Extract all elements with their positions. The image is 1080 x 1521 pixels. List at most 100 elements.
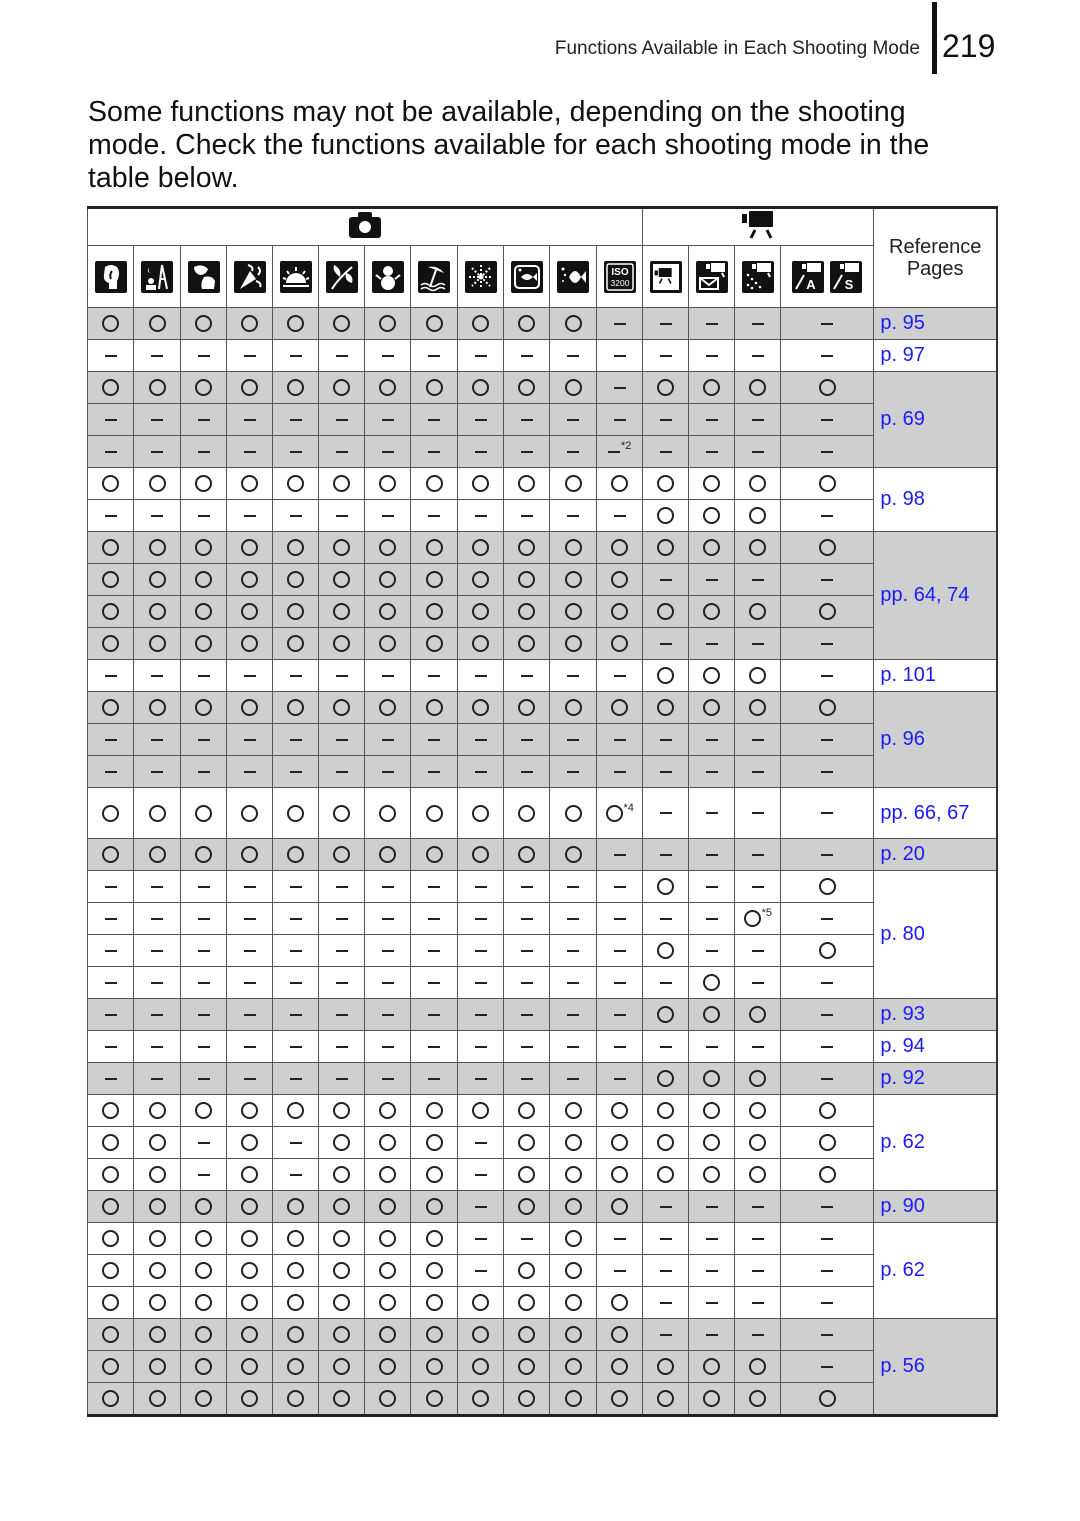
available-mark (379, 1291, 397, 1313)
reference-page-link[interactable]: pp. 66, 67 (873, 787, 998, 839)
available-circle-icon (287, 1198, 305, 1216)
unavailable-mark (659, 1323, 672, 1345)
unavailable-mark (243, 875, 256, 897)
available-mark (818, 1163, 836, 1185)
available-circle-icon (425, 1134, 443, 1152)
table-cell (86, 1382, 135, 1416)
table-cell (272, 1158, 320, 1191)
reference-page-link[interactable]: p. 101 (873, 659, 998, 692)
available-mark (102, 1195, 119, 1217)
available-circle-icon (611, 603, 629, 621)
unavailable-dash-icon (821, 853, 834, 856)
unavailable-dash-icon (613, 386, 626, 389)
available-circle-icon (611, 699, 629, 717)
unavailable-dash-icon (705, 322, 718, 325)
table-cell (596, 934, 644, 967)
available-circle-icon (564, 1358, 582, 1376)
table-cell (410, 1382, 459, 1416)
available-mark (657, 600, 675, 622)
available-circle-icon (703, 974, 721, 992)
available-mark (102, 376, 119, 398)
reference-page-link[interactable]: p. 62 (873, 1222, 998, 1319)
available-mark (148, 536, 166, 558)
unavailable-dash-icon (567, 1045, 580, 1048)
available-circle-icon (195, 1230, 213, 1248)
unavailable-dash-icon (151, 1045, 164, 1048)
unavailable-mark (428, 504, 441, 526)
reference-page-link[interactable]: p. 80 (873, 870, 998, 999)
unavailable-dash-icon (197, 1045, 210, 1048)
available-circle-icon (195, 315, 213, 333)
table-cell (734, 371, 782, 404)
available-circle-icon (611, 539, 629, 557)
available-circle-icon (749, 475, 767, 493)
reference-page-link[interactable]: p. 94 (873, 1030, 998, 1063)
table-cell (410, 1254, 459, 1287)
reference-page-link[interactable]: p. 90 (873, 1190, 998, 1223)
available-circle-icon (518, 1166, 536, 1184)
table-cell (133, 435, 182, 468)
available-circle-icon (425, 475, 443, 493)
table-cell (364, 1222, 412, 1255)
unavailable-mark (613, 907, 626, 929)
unavailable-dash-icon (751, 354, 764, 357)
available-circle-icon (148, 539, 166, 557)
table-cell (549, 595, 598, 628)
table-cell (734, 755, 782, 788)
table-cell (272, 659, 320, 692)
table-cell (180, 1062, 228, 1095)
reference-page-link[interactable]: p. 98 (873, 467, 998, 532)
reference-page-link[interactable]: p. 92 (873, 1062, 998, 1095)
available-mark (749, 376, 767, 398)
table-cell (272, 627, 320, 660)
available-mark (287, 376, 305, 398)
unavailable-mark (428, 1035, 441, 1057)
available-circle-icon (379, 603, 397, 621)
available-circle-icon (564, 846, 582, 864)
reference-page-link[interactable]: p. 62 (873, 1094, 998, 1191)
unavailable-mark (520, 504, 533, 526)
table-cell (226, 723, 274, 756)
table-cell (642, 1254, 690, 1287)
unavailable-mark (197, 504, 210, 526)
unavailable-mark (104, 1035, 117, 1057)
table-cell (272, 934, 320, 967)
unavailable-dash-icon (104, 418, 117, 421)
unavailable-mark (151, 728, 164, 750)
unavailable-mark (381, 408, 394, 430)
unavailable-dash-icon (428, 770, 441, 773)
available-mark (379, 802, 397, 824)
reference-page-link[interactable]: p. 69 (873, 371, 998, 468)
reference-page-link[interactable]: p. 95 (873, 307, 998, 340)
available-mark (518, 1163, 536, 1185)
unavailable-dash-icon (821, 1013, 834, 1016)
reference-page-link[interactable]: p. 93 (873, 998, 998, 1031)
unavailable-dash-icon (151, 450, 164, 453)
reference-page-link[interactable]: pp. 64, 74 (873, 531, 998, 660)
unavailable-mark (520, 1003, 533, 1025)
reference-page-link[interactable]: p. 20 (873, 838, 998, 871)
unavailable-dash-icon (197, 770, 210, 773)
reference-page-link[interactable]: p. 97 (873, 339, 998, 372)
unavailable-dash-icon (474, 1237, 487, 1240)
table-cell (734, 1094, 782, 1127)
unavailable-mark (705, 939, 718, 961)
table-cell (734, 563, 782, 596)
table-cell (549, 902, 598, 935)
reference-page-link[interactable]: p. 96 (873, 691, 998, 788)
table-cell (86, 1126, 135, 1159)
available-circle-icon (287, 539, 305, 557)
available-circle-icon (518, 1294, 536, 1312)
available-mark (287, 1227, 305, 1249)
table-cell (226, 1062, 274, 1095)
available-mark (102, 472, 119, 494)
available-mark (287, 1099, 305, 1121)
available-circle-icon (287, 1326, 305, 1344)
available-mark (379, 1387, 397, 1409)
available-circle-icon (657, 603, 675, 621)
table-cell (688, 1094, 736, 1127)
table-cell (642, 659, 690, 692)
unavailable-dash-icon (428, 1013, 441, 1016)
available-mark (749, 696, 767, 718)
reference-page-link[interactable]: p. 56 (873, 1318, 998, 1416)
